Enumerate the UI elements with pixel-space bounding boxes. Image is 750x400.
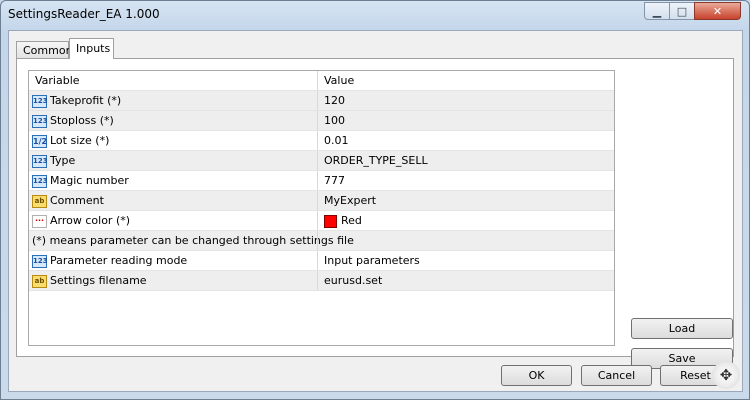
parameter-value[interactable]: MyExpert [317,191,613,210]
column-header-variable[interactable]: Variable [29,71,319,90]
close-button[interactable]: ✕ [694,2,741,20]
integer-parameter-icon: 123 [32,114,48,128]
double-parameter-icon: 1/2 [32,134,48,148]
column-header-value[interactable]: Value [317,71,613,90]
parameter-value[interactable]: 777 [317,171,613,190]
enum-parameter-icon: 123 [32,154,48,168]
maximize-icon: □ [676,4,688,18]
minimize-icon: ▁ [652,4,662,18]
table-row[interactable]: ab Settings filename eurusd.set [29,271,614,291]
tab-common[interactable]: Common [16,41,73,58]
integer-parameter-icon: 123 [32,94,48,108]
parameter-value[interactable]: 0.01 [317,131,613,150]
parameter-value [317,231,613,250]
parameter-name: Takeprofit (*) [50,94,122,107]
table-row[interactable]: 123 Stoploss (*) 100 [29,111,614,131]
minimize-button[interactable]: ▁ [644,2,670,20]
color-value-label: Red [341,214,362,227]
parameter-name: Comment [50,194,104,207]
close-icon: ✕ [712,4,723,18]
inputs-tab-panel: Variable Value 123 Takeprofit (*) 120 123… [16,58,734,369]
parameter-value[interactable]: 100 [317,111,613,130]
parameter-value[interactable]: Input parameters [317,251,613,270]
parameter-name: Magic number [50,174,129,187]
tab-inputs[interactable]: Inputs [69,38,114,59]
grid-header: Variable Value [29,71,614,91]
parameter-name: Arrow color (*) [50,214,131,227]
dialog-client-area: Common Inputs Variable Value 123 Takeprof… [8,30,743,392]
table-row[interactable]: ··· Arrow color (*) Red [29,211,614,231]
parameter-value[interactable]: ORDER_TYPE_SELL [317,151,613,170]
parameter-name: Type [50,154,76,167]
parameter-note: (*) means parameter can be changed throu… [32,234,354,247]
integer-parameter-icon: 123 [32,174,48,188]
enum-parameter-icon: 123 [32,254,48,268]
parameters-grid: Variable Value 123 Takeprofit (*) 120 123… [28,70,615,346]
parameter-name: Stoploss (*) [50,114,114,127]
window-title: SettingsReader_EA 1.000 [8,7,160,21]
table-row[interactable]: (*) means parameter can be changed throu… [29,231,614,251]
parameter-value[interactable]: Red [317,211,613,230]
string-parameter-icon: ab [32,194,47,208]
table-row[interactable]: 1/2 Lot size (*) 0.01 [29,131,614,151]
table-row[interactable]: 123 Parameter reading mode Input paramete… [29,251,614,271]
load-button[interactable]: Load [631,318,733,339]
cancel-button[interactable]: Cancel [581,365,652,386]
ok-button[interactable]: OK [501,365,572,386]
settings-dialog-window: SettingsReader_EA 1.000 ▁ □ ✕ Common Inp… [0,0,750,400]
move-cursor-icon: ✥ [712,361,740,389]
table-row[interactable]: 123 Type ORDER_TYPE_SELL [29,151,614,171]
table-row[interactable]: ab Comment MyExpert [29,191,614,211]
parameter-name: Parameter reading mode [50,254,188,267]
table-row[interactable]: 123 Takeprofit (*) 120 [29,91,614,111]
color-swatch [324,214,337,228]
parameter-value[interactable]: 120 [317,91,613,110]
parameter-name: Lot size (*) [50,134,110,147]
table-row[interactable]: 123 Magic number 777 [29,171,614,191]
parameter-value[interactable]: eurusd.set [317,271,613,290]
parameter-name: Settings filename [50,274,147,287]
color-parameter-icon: ··· [32,214,47,228]
maximize-button[interactable]: □ [669,2,695,20]
string-parameter-icon: ab [32,274,47,288]
